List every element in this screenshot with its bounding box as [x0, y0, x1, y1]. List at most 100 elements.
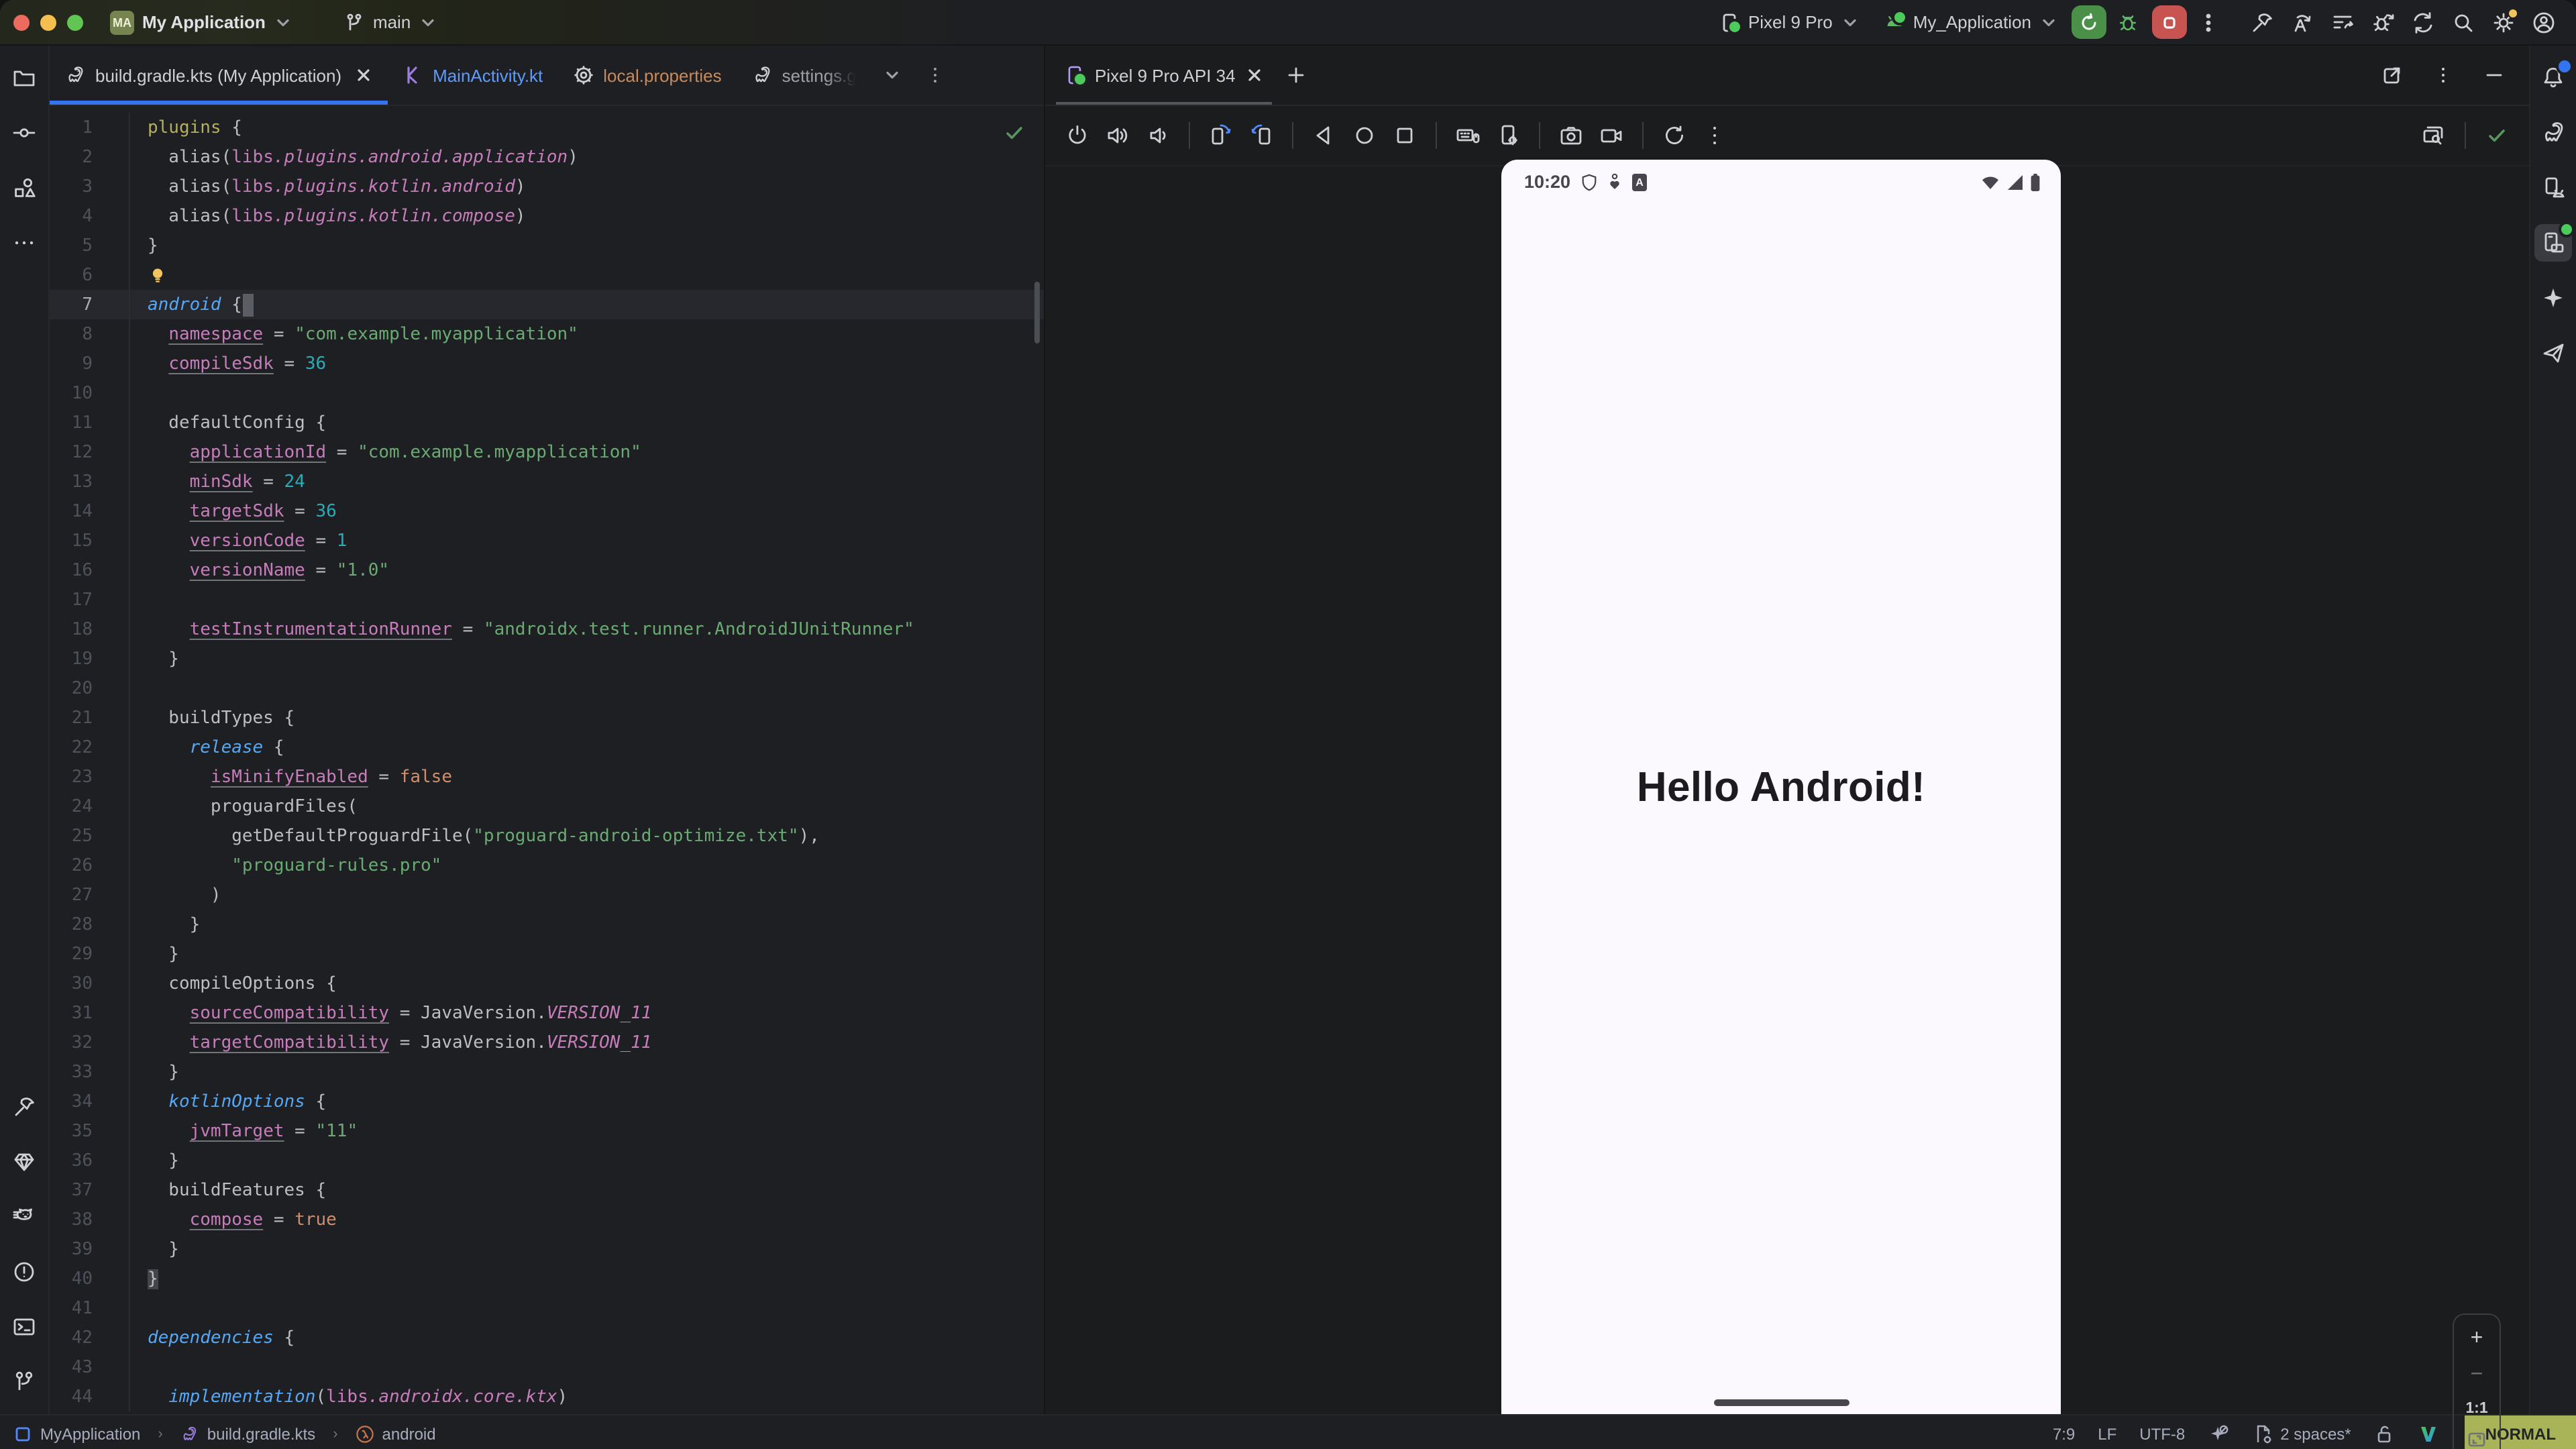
device-settings-button[interactable] [1489, 117, 1527, 154]
code-line[interactable]: 36 } [50, 1146, 1044, 1175]
running-devices-button[interactable] [2534, 224, 2572, 262]
notifications-button[interactable] [2534, 59, 2572, 97]
code-line[interactable]: 20 [50, 674, 1044, 703]
debug-button[interactable] [2109, 3, 2147, 41]
back-button[interactable] [1305, 117, 1343, 154]
run-config-selector[interactable]: My_Application [1873, 7, 2069, 37]
code-line[interactable]: 14 targetSdk = 36 [50, 496, 1044, 526]
ideavim-icon[interactable] [2418, 1423, 2440, 1444]
code-line[interactable]: 16 versionName = "1.0" [50, 555, 1044, 585]
code-line[interactable]: 32 targetCompatibility = JavaVersion.VER… [50, 1028, 1044, 1057]
project-selector[interactable]: MA My Application [102, 6, 301, 38]
more-tool-windows-button[interactable] [5, 224, 43, 262]
version-control-button[interactable] [5, 1363, 43, 1401]
code-line[interactable]: 21 buildTypes { [50, 703, 1044, 733]
breadcrumb-item[interactable]: android [382, 1424, 436, 1443]
add-device-tab-button[interactable] [1277, 56, 1315, 94]
code-line[interactable]: 6 [50, 260, 1044, 290]
emulator-more-button[interactable] [1696, 117, 1733, 154]
file-encoding[interactable]: UTF-8 [2139, 1424, 2185, 1443]
volume-up-button[interactable] [1099, 117, 1136, 154]
code-line[interactable]: 2 alias(libs.plugins.android.application… [50, 142, 1044, 172]
home-button[interactable] [1346, 117, 1383, 154]
screenshot-button[interactable] [1552, 117, 1590, 154]
rotate-right-button[interactable] [1242, 117, 1280, 154]
zoom-out-button[interactable]: − [2471, 1364, 2483, 1388]
commit-tool-button[interactable] [5, 114, 43, 152]
device-manager-button[interactable] [2534, 169, 2572, 207]
zoom-to-region-button[interactable] [2415, 117, 2453, 154]
breadcrumb-item[interactable]: MyApplication [40, 1424, 140, 1443]
breadcrumb-item[interactable]: build.gradle.kts [207, 1424, 315, 1443]
code-line[interactable]: 34 kotlinOptions { [50, 1087, 1044, 1116]
close-icon[interactable] [354, 66, 372, 85]
code-line[interactable]: 41 [50, 1293, 1044, 1323]
unlock-icon[interactable] [2374, 1423, 2396, 1444]
ai-assistant-disabled-icon[interactable] [2208, 1423, 2229, 1444]
code-line[interactable]: 33 } [50, 1057, 1044, 1087]
problems-button[interactable] [5, 1253, 43, 1291]
code-line[interactable]: 3 alias(libs.plugins.kotlin.android) [50, 172, 1044, 201]
code-line[interactable]: 10 [50, 378, 1044, 408]
resource-manager-button[interactable] [5, 169, 43, 207]
line-separator[interactable]: LF [2098, 1424, 2116, 1443]
zoom-window-button[interactable] [67, 14, 83, 30]
code-line[interactable]: 44 implementation(libs.androidx.core.ktx… [50, 1382, 1044, 1411]
profiler-button[interactable] [2324, 3, 2361, 41]
code-line[interactable]: 43 [50, 1352, 1044, 1382]
code-line[interactable]: 30 compileOptions { [50, 969, 1044, 998]
rotate-left-button[interactable] [1202, 117, 1240, 154]
code-line[interactable]: 29 } [50, 939, 1044, 969]
fit-to-window-button[interactable] [2466, 1429, 2487, 1449]
code-line[interactable]: 42dependencies { [50, 1323, 1044, 1352]
hidden-tabs-button[interactable] [874, 56, 912, 94]
power-button[interactable] [1059, 117, 1096, 154]
code-line[interactable]: 12 applicationId = "com.example.myapplic… [50, 437, 1044, 467]
gesture-navigation-pill[interactable] [1713, 1399, 1849, 1406]
intention-bulb-icon[interactable] [148, 265, 168, 285]
build-tool-button[interactable] [5, 1088, 43, 1126]
sync-project-button[interactable] [2404, 3, 2442, 41]
profile-button[interactable] [2525, 3, 2563, 41]
hardware-input-button[interactable] [1449, 117, 1487, 154]
app-quality-insights-button[interactable] [5, 1143, 43, 1181]
project-tool-button[interactable] [5, 59, 43, 97]
paper-plane-button[interactable] [2534, 334, 2572, 372]
rerun-button[interactable] [2072, 5, 2106, 39]
screen-record-button[interactable] [1593, 117, 1630, 154]
more-run-actions-button[interactable] [2190, 3, 2227, 41]
gradle-tool-button[interactable] [2534, 114, 2572, 152]
close-window-button[interactable] [13, 14, 30, 30]
code-line[interactable]: 5} [50, 231, 1044, 260]
minimize-window-button[interactable] [40, 14, 56, 30]
code-line[interactable]: 19 } [50, 644, 1044, 674]
code-line[interactable]: 37 buildFeatures { [50, 1175, 1044, 1205]
tab-pixel-9-pro[interactable]: Pixel 9 Pro API 34 [1051, 46, 1277, 105]
volume-down-button[interactable] [1139, 117, 1177, 154]
settings-button[interactable] [2485, 3, 2522, 41]
gemini-button[interactable] [2534, 279, 2572, 317]
code-line[interactable]: 24 proguardFiles( [50, 792, 1044, 821]
code-line[interactable]: 39 } [50, 1234, 1044, 1264]
code-line[interactable]: 1plugins { [50, 113, 1044, 142]
editor-options-button[interactable] [917, 56, 955, 94]
terminal-button[interactable] [5, 1308, 43, 1346]
stop-button[interactable] [2152, 5, 2187, 39]
code-line[interactable]: 23 isMinifyEnabled = false [50, 762, 1044, 792]
code-line[interactable]: 18 testInstrumentationRunner = "androidx… [50, 614, 1044, 644]
code-line[interactable]: 31 sourceCompatibility = JavaVersion.VER… [50, 998, 1044, 1028]
code-line[interactable]: 22 release { [50, 733, 1044, 762]
code-line[interactable]: 17 [50, 585, 1044, 614]
indent-widget[interactable]: 2 spaces* [2252, 1423, 2351, 1444]
search-everywhere-button[interactable] [2445, 3, 2482, 41]
hide-panel-button[interactable] [2475, 56, 2513, 94]
code-line[interactable]: 13 minSdk = 24 [50, 467, 1044, 496]
device-selector[interactable]: Pixel 9 Pro [1708, 7, 1870, 37]
build-button[interactable] [2243, 3, 2281, 41]
tab-mainactivity[interactable]: MainActivity.kt [387, 46, 557, 105]
code-line[interactable]: 8 namespace = "com.example.myapplication… [50, 319, 1044, 349]
zoom-in-button[interactable]: + [2471, 1327, 2483, 1351]
tab-settings-gradle[interactable]: settings.g [737, 46, 871, 105]
branch-selector[interactable]: main [335, 7, 445, 37]
inspections-widget[interactable] [1004, 122, 1025, 148]
